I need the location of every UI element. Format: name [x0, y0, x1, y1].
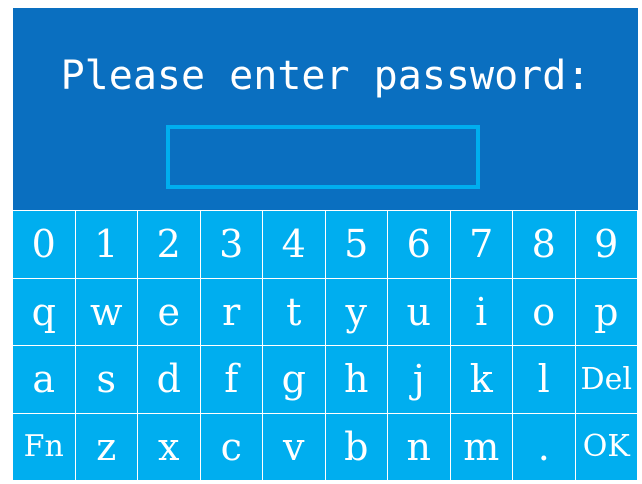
key-1[interactable]: 1 [75, 210, 138, 278]
key-f[interactable]: f [200, 345, 263, 413]
key-d[interactable]: d [138, 345, 201, 413]
key-8[interactable]: 8 [513, 210, 576, 278]
key-v[interactable]: v [263, 412, 326, 480]
key-4[interactable]: 4 [263, 210, 326, 278]
key-u[interactable]: u [388, 277, 451, 345]
key-b[interactable]: b [325, 412, 388, 480]
key-5[interactable]: 5 [325, 210, 388, 278]
delete-key[interactable]: Del [575, 345, 638, 413]
key-z[interactable]: z [75, 412, 138, 480]
ok-key[interactable]: OK [575, 412, 638, 480]
password-prompt: Please enter password: [60, 53, 591, 99]
key-i[interactable]: i [450, 277, 513, 345]
key-y[interactable]: y [325, 277, 388, 345]
key-7[interactable]: 7 [450, 210, 513, 278]
key-j[interactable]: j [388, 345, 451, 413]
key-q[interactable]: q [13, 277, 76, 345]
key-3[interactable]: 3 [200, 210, 263, 278]
key-a[interactable]: a [13, 345, 76, 413]
fn-key[interactable]: Fn [13, 412, 76, 480]
key-n[interactable]: n [388, 412, 451, 480]
password-screen: Please enter password: 0123456789 qwertyu… [13, 8, 638, 480]
key-s[interactable]: s [75, 345, 138, 413]
key-m[interactable]: m [450, 412, 513, 480]
key-x[interactable]: x [138, 412, 201, 480]
key-w[interactable]: w [75, 277, 138, 345]
key-2[interactable]: 2 [138, 210, 201, 278]
key-k[interactable]: k [450, 345, 513, 413]
password-input[interactable] [166, 125, 480, 189]
key-h[interactable]: h [325, 345, 388, 413]
key-c[interactable]: c [200, 412, 263, 480]
key-0[interactable]: 0 [13, 210, 76, 278]
key-p[interactable]: p [575, 277, 638, 345]
on-screen-keyboard: 0 1 2 3 4 5 6 7 8 9 q w e r t y u i o p a s d f g h j k l Del Fn z x c v b n… [13, 210, 638, 480]
key-period[interactable]: . [513, 412, 576, 480]
key-r[interactable]: r [200, 277, 263, 345]
key-o[interactable]: o [513, 277, 576, 345]
key-g[interactable]: g [263, 345, 326, 413]
key-t[interactable]: t [263, 277, 326, 345]
key-9[interactable]: 9 [575, 210, 638, 278]
key-e[interactable]: e [138, 277, 201, 345]
key-6[interactable]: 6 [388, 210, 451, 278]
key-l[interactable]: l [513, 345, 576, 413]
